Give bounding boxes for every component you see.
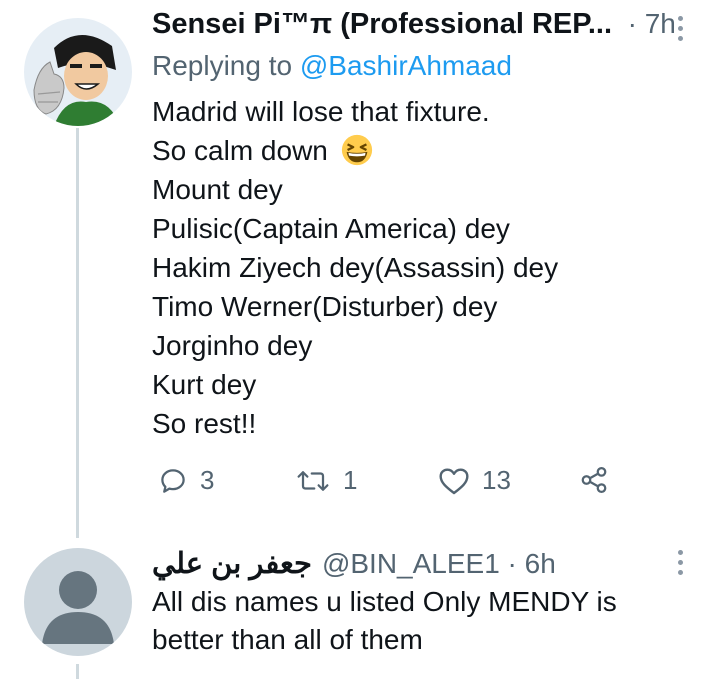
share-icon xyxy=(581,467,607,493)
tweet-time[interactable]: 6h xyxy=(525,548,556,580)
time-separator: · xyxy=(499,548,525,579)
replying-to: Replying to @BashirAhmaad xyxy=(152,50,512,82)
tweet-text-line: Hakim Ziyech dey(Assassin) dey xyxy=(152,252,559,283)
tweet-text-line: Madrid will lose that fixture. xyxy=(152,96,490,127)
tweet-text-line: So calm down xyxy=(152,133,374,169)
tweet-text-line: Timo Werner(Disturber) dey xyxy=(152,291,498,322)
reply-icon xyxy=(161,468,185,493)
tweet-text-line: better than all of them xyxy=(152,624,423,655)
display-name[interactable]: جعفر بن علي xyxy=(152,546,312,581)
grinning-squinting-face-icon xyxy=(341,134,372,166)
display-name[interactable]: Sensei Pi™π (Professional REP... xyxy=(152,8,612,41)
tweet-header: Sensei Pi™π (Professional REP... · 7h xyxy=(152,8,676,41)
retweet-count: 1 xyxy=(343,465,358,495)
avatar[interactable] xyxy=(24,18,132,126)
more-vertical-icon[interactable] xyxy=(675,16,685,41)
reply-count: 3 xyxy=(200,465,215,495)
thread-connector-line xyxy=(76,128,79,538)
time-separator: · xyxy=(612,8,645,39)
user-handle[interactable]: @BIN_ALEE1 xyxy=(322,548,500,580)
retweet-icon xyxy=(297,470,329,491)
tweet-text-line: All dis names u listed Only MENDY is xyxy=(152,586,617,617)
like-button[interactable]: 13 xyxy=(438,465,511,496)
default-avatar-icon xyxy=(42,571,114,644)
tweet-time[interactable]: 7h xyxy=(645,8,676,40)
tweet-text-line-content: So calm down xyxy=(152,135,328,166)
tweet-text-line: Mount dey xyxy=(152,174,283,205)
tweet-text-line: Kurt dey xyxy=(152,369,257,400)
avatar[interactable] xyxy=(24,548,132,656)
tweet-text-line: Pulisic(Captain America) dey xyxy=(152,213,510,244)
tweet-text-line: Jorginho dey xyxy=(152,330,313,361)
retweet-button[interactable]: 1 xyxy=(295,465,357,496)
share-button[interactable] xyxy=(578,465,610,495)
tweet-header: جعفر بن علي @BIN_ALEE1 · 6h xyxy=(152,546,556,581)
more-vertical-icon[interactable] xyxy=(675,550,685,575)
avatar-image xyxy=(24,18,132,126)
heart-icon xyxy=(439,467,469,494)
replying-prefix: Replying to xyxy=(152,50,300,81)
replying-to-mention[interactable]: @BashirAhmaad xyxy=(300,50,512,81)
reply-button[interactable]: 3 xyxy=(158,465,214,496)
like-count: 13 xyxy=(482,465,511,495)
tweet-text-line: So rest!! xyxy=(152,408,257,439)
thread-connector-line xyxy=(76,664,79,679)
